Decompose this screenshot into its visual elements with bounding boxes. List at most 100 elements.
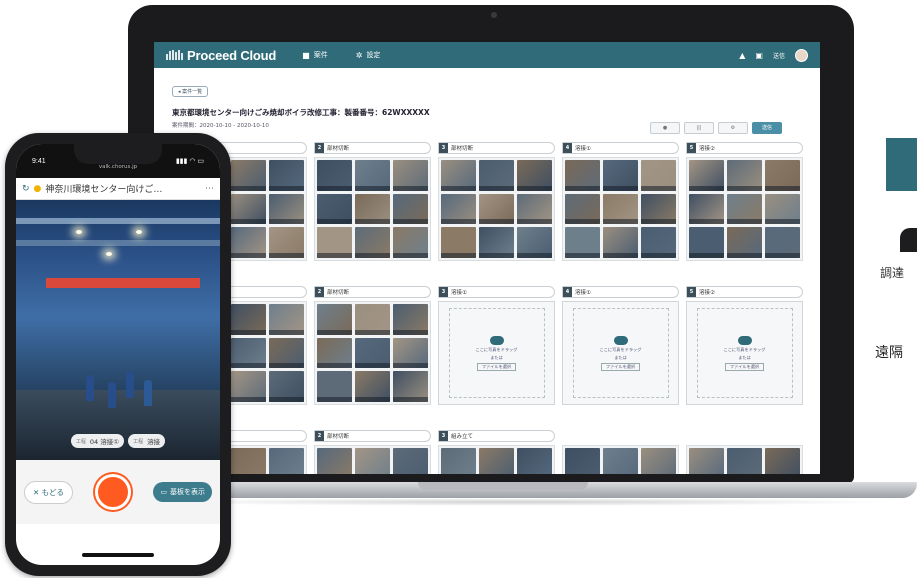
photo-thumbnail[interactable]	[317, 448, 352, 474]
photo-thumbnail[interactable]	[355, 337, 390, 369]
shutter-button[interactable]	[95, 474, 132, 510]
photo-thumbnail[interactable]	[565, 160, 600, 191]
photo-thumbnail[interactable]	[269, 160, 304, 191]
process-tag[interactable]: 2 部材切断	[314, 286, 431, 298]
photo-thumbnail[interactable]	[727, 227, 762, 258]
tag-chip[interactable]: 工程 溶接	[128, 434, 166, 448]
photo-thumbnail[interactable]	[517, 160, 552, 191]
settings-button[interactable]: ⚙	[718, 122, 748, 134]
process-tag[interactable]: 2 部材切断	[314, 430, 431, 442]
photo-thumbnail[interactable]	[441, 448, 476, 474]
process-tag[interactable]: 4 溶接①	[562, 142, 679, 154]
photo-dropzone[interactable]: ここに写真をドラッグ または ファイルを選択	[686, 301, 803, 405]
photo-thumbnail[interactable]	[393, 371, 428, 402]
photo-thumbnail[interactable]	[641, 227, 676, 258]
show-board-button[interactable]: ▭ 基板を表示	[153, 482, 212, 502]
photo-thumbnail[interactable]	[765, 448, 800, 474]
back-button[interactable]: ✕ もどる	[24, 480, 74, 504]
photo-thumbnail[interactable]	[269, 227, 304, 258]
more-icon[interactable]: ⋯	[205, 184, 214, 194]
project-selector[interactable]: ↻ ● 神奈川環境センター向けご… ⋯	[16, 178, 220, 200]
photo-thumbnail[interactable]	[393, 304, 428, 335]
photo-thumbnail[interactable]	[565, 193, 600, 225]
photo-thumbnail[interactable]	[231, 304, 266, 335]
photo-thumbnail[interactable]	[441, 160, 476, 191]
photo-thumbnail[interactable]	[689, 160, 724, 191]
photo-thumbnail[interactable]	[355, 227, 390, 258]
photo-thumbnail[interactable]	[393, 193, 428, 225]
photo-thumbnail[interactable]	[269, 304, 304, 335]
photo-thumbnail[interactable]	[355, 371, 390, 402]
photo-thumbnail[interactable]	[269, 448, 304, 474]
home-indicator[interactable]	[82, 553, 154, 557]
photo-thumbnail[interactable]	[727, 160, 762, 191]
photo-thumbnail[interactable]	[231, 371, 266, 402]
photo-thumbnail[interactable]	[393, 448, 428, 474]
photo-thumbnail[interactable]	[641, 448, 676, 474]
photo-thumbnail[interactable]	[355, 193, 390, 225]
process-tag[interactable]: 4 溶接①	[562, 286, 679, 298]
photo-thumbnail[interactable]	[355, 304, 390, 335]
photo-thumbnail[interactable]	[565, 448, 600, 474]
photo-thumbnail[interactable]	[393, 160, 428, 191]
columns-button[interactable]: |||	[684, 122, 714, 134]
photo-thumbnail[interactable]	[441, 227, 476, 258]
photo-thumbnail[interactable]	[231, 337, 266, 369]
photo-thumbnail[interactable]	[727, 448, 762, 474]
photo-dropzone[interactable]: ここに写真をドラッグ または ファイルを選択	[438, 301, 555, 405]
photo-dropzone[interactable]: ここに写真をドラッグ または ファイルを選択	[562, 301, 679, 405]
brand-logo[interactable]: Proceed Cloud	[166, 48, 276, 63]
photo-thumbnail[interactable]	[641, 160, 676, 191]
photo-thumbnail[interactable]	[231, 448, 266, 474]
photo-thumbnail[interactable]	[603, 227, 638, 258]
photo-thumbnail[interactable]	[479, 193, 514, 225]
photo-thumbnail[interactable]	[479, 227, 514, 258]
photo-thumbnail[interactable]	[517, 227, 552, 258]
photo-thumbnail[interactable]	[231, 193, 266, 225]
photo-thumbnail[interactable]	[317, 193, 352, 225]
photo-thumbnail[interactable]	[317, 304, 352, 335]
photo-thumbnail[interactable]	[689, 448, 724, 474]
photo-thumbnail[interactable]	[317, 337, 352, 369]
photo-thumbnail[interactable]	[727, 193, 762, 225]
photo-thumbnail[interactable]	[393, 337, 428, 369]
photo-thumbnail[interactable]	[231, 227, 266, 258]
photo-thumbnail[interactable]	[689, 193, 724, 225]
photo-thumbnail[interactable]	[765, 160, 800, 191]
photo-thumbnail[interactable]	[603, 193, 638, 225]
avatar[interactable]	[795, 48, 808, 62]
select-file-button[interactable]: ファイルを選択	[724, 362, 765, 371]
refresh-icon[interactable]: ↻	[22, 184, 30, 194]
process-tag[interactable]: 3 組み立て	[438, 430, 555, 442]
select-file-button[interactable]: ファイルを選択	[600, 362, 641, 371]
photo-thumbnail[interactable]	[479, 160, 514, 191]
photo-thumbnail[interactable]	[517, 193, 552, 225]
photo-thumbnail[interactable]	[765, 227, 800, 258]
photo-thumbnail[interactable]	[355, 160, 390, 191]
photo-thumbnail[interactable]	[269, 371, 304, 402]
photo-thumbnail[interactable]	[317, 227, 352, 258]
photo-thumbnail[interactable]	[317, 160, 352, 191]
photo-thumbnail[interactable]	[603, 448, 638, 474]
view-toggle-button[interactable]: ●	[650, 122, 680, 134]
nav-settings[interactable]: ✲ 設定	[356, 50, 381, 60]
photo-thumbnail[interactable]	[231, 160, 266, 191]
process-tag[interactable]: 5 溶接②	[686, 286, 803, 298]
process-tag[interactable]: 3 溶接①	[438, 286, 555, 298]
camera-viewfinder[interactable]: 工程 04 溶接① 工程 溶接	[16, 200, 220, 460]
photo-thumbnail[interactable]	[517, 448, 552, 474]
photo-thumbnail[interactable]	[565, 227, 600, 258]
process-tag[interactable]: 2 部材切断	[314, 142, 431, 154]
photo-thumbnail[interactable]	[765, 193, 800, 225]
photo-thumbnail[interactable]	[441, 193, 476, 225]
tag-chip[interactable]: 工程 04 溶接①	[70, 434, 125, 448]
photo-thumbnail[interactable]	[603, 160, 638, 191]
nav-projects[interactable]: ■ 案件	[302, 50, 328, 60]
photo-thumbnail[interactable]	[689, 227, 724, 258]
photo-thumbnail[interactable]	[269, 193, 304, 225]
photo-thumbnail[interactable]	[269, 337, 304, 369]
select-file-button[interactable]: ファイルを選択	[476, 362, 517, 371]
photo-thumbnail[interactable]	[641, 193, 676, 225]
photo-thumbnail[interactable]	[393, 227, 428, 258]
photo-thumbnail[interactable]	[479, 448, 514, 474]
